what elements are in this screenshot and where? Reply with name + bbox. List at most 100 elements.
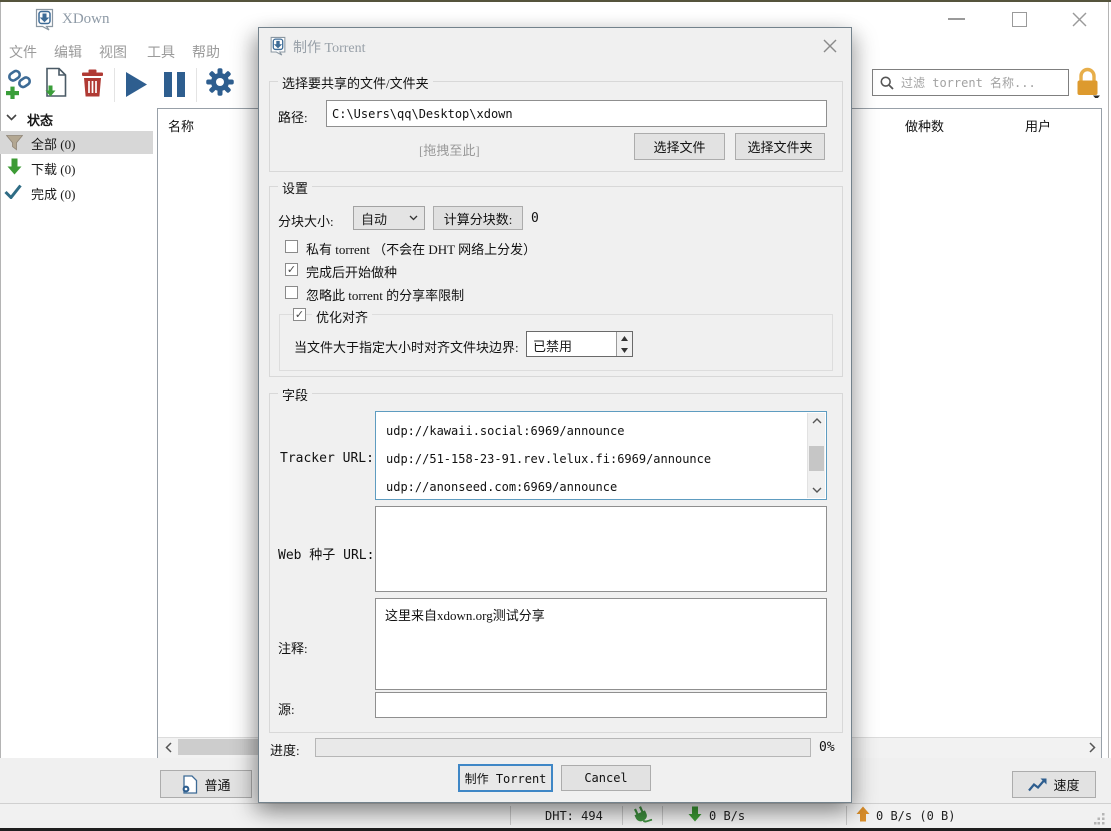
download-arrow-icon: [7, 158, 22, 175]
tracker-url-line: udp://kawaii.social:6969/announce: [386, 424, 625, 438]
align-boundary-value: 已禁用: [533, 339, 573, 354]
source-input[interactable]: [376, 693, 826, 717]
column-header-seeds[interactable]: 做种数: [905, 116, 944, 135]
xdown-app: XDown 文件 编辑 视图 工具 帮助 过滤 torrent 名称... 状态…: [0, 0, 1111, 831]
document-gear-icon: [181, 774, 198, 794]
column-header-users[interactable]: 用户: [1025, 116, 1051, 135]
pause-icon[interactable]: [163, 72, 186, 97]
add-link-icon[interactable]: [6, 68, 37, 99]
spinner-buttons[interactable]: [616, 332, 632, 356]
minimize-button[interactable]: [948, 18, 965, 20]
ignore-ratio-label: 忽略此 torrent 的分享率限制: [306, 288, 465, 303]
tracker-scrollbar[interactable]: [807, 413, 825, 498]
progress-label: 进度:: [270, 743, 300, 758]
scroll-right-icon[interactable]: [1084, 739, 1100, 756]
search-input[interactable]: [899, 74, 1068, 91]
mode-normal-label: 普通: [204, 777, 231, 793]
menu-tools[interactable]: 工具: [147, 42, 175, 62]
align-boundary-spinner[interactable]: 已禁用: [526, 331, 633, 357]
webseed-value: [376, 507, 826, 517]
window-title: XDown: [62, 11, 110, 27]
select-folder-button[interactable]: 选择文件夹: [735, 133, 825, 160]
check-icon: [4, 184, 22, 199]
select-file-button[interactable]: 选择文件: [634, 133, 725, 160]
connection-plug-icon: [632, 806, 654, 825]
share-group-legend: 选择要共享的文件/文件夹: [278, 73, 433, 92]
make-torrent-button[interactable]: 制作 Torrent: [458, 764, 553, 792]
download-speed-icon: [688, 806, 702, 822]
spinner-down-icon[interactable]: [616, 344, 632, 356]
dialog-logo-icon: [269, 36, 287, 56]
speed-button[interactable]: 速度: [1012, 771, 1096, 798]
comment-value: 这里来自xdown.org测试分享: [385, 608, 545, 623]
chevron-down-icon[interactable]: [6, 114, 17, 121]
speed-label: 速度: [1053, 778, 1080, 793]
progress-percent: 0%: [819, 740, 835, 755]
cancel-button[interactable]: Cancel: [561, 765, 651, 791]
path-field[interactable]: [326, 100, 827, 127]
comment-textarea[interactable]: 这里来自xdown.org测试分享: [375, 598, 827, 690]
settings-group-legend: 设置: [278, 178, 313, 197]
delete-icon[interactable]: [81, 69, 104, 97]
dialog-close-icon[interactable]: [822, 38, 838, 54]
filter-search-box[interactable]: [872, 69, 1069, 96]
sidebar-item-completed[interactable]: 完成 (0): [0, 181, 153, 204]
calc-pieces-button[interactable]: 计算分块数:: [433, 206, 523, 230]
column-header-name[interactable]: 名称: [168, 116, 194, 135]
scroll-up-icon[interactable]: [808, 413, 825, 429]
progress-bar: [315, 738, 811, 757]
optimize-align-label: 优化对齐: [312, 307, 373, 326]
webseed-textarea[interactable]: [375, 506, 827, 592]
settings-gear-icon[interactable]: [205, 67, 235, 97]
download-speed: 0 B/s: [709, 809, 746, 823]
toolbar-separator: [196, 68, 197, 102]
start-seeding-label: 完成后开始做种: [306, 265, 398, 280]
sidebar-item-all[interactable]: 全部 (0): [0, 131, 153, 154]
scroll-down-icon[interactable]: [808, 482, 825, 498]
menu-file[interactable]: 文件: [9, 42, 37, 62]
resize-grip[interactable]: [1094, 813, 1106, 825]
piece-count: 0: [531, 211, 539, 226]
path-input[interactable]: [327, 101, 826, 126]
sidebar-item-downloading[interactable]: 下载 (0): [0, 156, 153, 179]
search-icon: [880, 75, 894, 90]
statusbar-separator: [662, 806, 663, 825]
webseed-url-label: Web 种子 URL:: [278, 548, 375, 563]
menu-view[interactable]: 视图: [99, 42, 127, 62]
fields-group-legend: 字段: [278, 385, 313, 404]
start-icon[interactable]: [124, 71, 149, 98]
ignore-ratio-checkbox[interactable]: [285, 286, 298, 299]
upload-speed-icon: [856, 806, 870, 822]
optimize-align-checkbox[interactable]: ✓: [293, 308, 306, 321]
tracker-scrollbar-thumb[interactable]: [809, 446, 824, 471]
statusbar-separator: [846, 806, 847, 825]
sidebar-item-label: 全部 (0): [31, 137, 76, 152]
tracker-url-textarea[interactable]: udp://kawaii.social:6969/announce udp://…: [375, 411, 827, 500]
lock-icon[interactable]: [1074, 67, 1101, 98]
piece-size-label: 分块大小:: [278, 214, 334, 229]
menu-help[interactable]: 帮助: [192, 42, 220, 62]
upload-speed: 0 B/s (0 B): [876, 809, 956, 823]
dht-status: DHT: 494: [545, 809, 603, 823]
close-button[interactable]: [1071, 11, 1088, 28]
sidebar-header-status[interactable]: 状态: [27, 110, 53, 129]
tracker-url-line: udp://51-158-23-91.rev.lelux.fi:6969/ann…: [386, 452, 712, 466]
maximize-button[interactable]: [1012, 12, 1027, 27]
new-task-icon[interactable]: [43, 67, 69, 98]
spinner-up-icon[interactable]: [616, 332, 632, 344]
speed-chart-icon: [1028, 778, 1047, 792]
mode-normal-button[interactable]: 普通: [160, 770, 252, 798]
statusbar-separator: [510, 806, 511, 825]
filter-icon: [6, 135, 23, 151]
source-label: 源:: [278, 702, 295, 717]
menu-edit[interactable]: 编辑: [54, 42, 82, 62]
source-field[interactable]: [375, 692, 827, 718]
private-torrent-checkbox[interactable]: [285, 240, 298, 253]
start-seeding-checkbox[interactable]: ✓: [285, 263, 298, 276]
scroll-left-icon[interactable]: [160, 739, 176, 756]
dialog-title: 制作 Torrent: [293, 41, 366, 56]
app-logo-icon: [34, 8, 55, 31]
align-boundary-label: 当文件大于指定大小时对齐文件块边界:: [294, 340, 519, 355]
piece-size-dropdown[interactable]: 自动: [353, 206, 425, 230]
tracker-url-line: udp://anonseed.com:6969/announce: [386, 480, 618, 494]
